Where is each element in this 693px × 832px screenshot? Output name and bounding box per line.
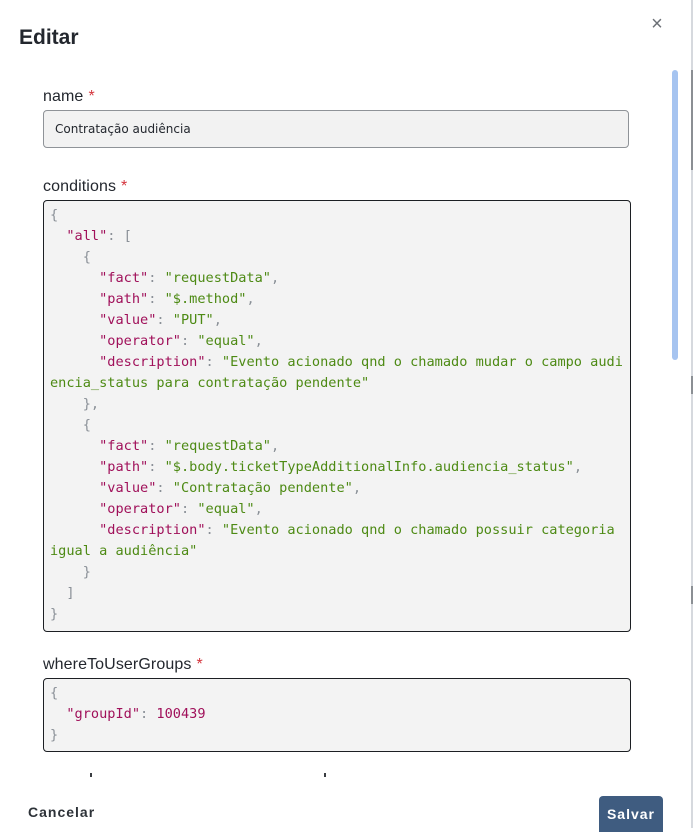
where-to-user-groups-label-text: whereToUserGroups xyxy=(43,656,192,673)
required-asterisk: * xyxy=(88,88,95,105)
clipped-next-field-label xyxy=(88,773,328,779)
cancel-button[interactable]: Cancelar xyxy=(20,800,103,824)
conditions-label: conditions * xyxy=(43,178,127,196)
scrollbar-thumb[interactable] xyxy=(672,70,678,360)
dialog-title: Editar xyxy=(19,26,79,49)
close-icon[interactable]: × xyxy=(648,14,666,34)
name-input[interactable] xyxy=(43,110,629,148)
conditions-code-editor[interactable]: { "all": [ { "fact": "requestData", "pat… xyxy=(43,200,631,632)
name-label-text: name xyxy=(43,88,84,105)
required-asterisk: * xyxy=(196,656,203,673)
name-label: name * xyxy=(43,88,95,106)
conditions-label-text: conditions xyxy=(43,178,117,195)
where-to-user-groups-code-editor[interactable]: { "groupId": 100439 } xyxy=(43,678,631,752)
required-asterisk: * xyxy=(121,178,128,195)
save-button[interactable]: Salvar xyxy=(599,796,663,832)
where-to-user-groups-label: whereToUserGroups * xyxy=(43,656,203,674)
